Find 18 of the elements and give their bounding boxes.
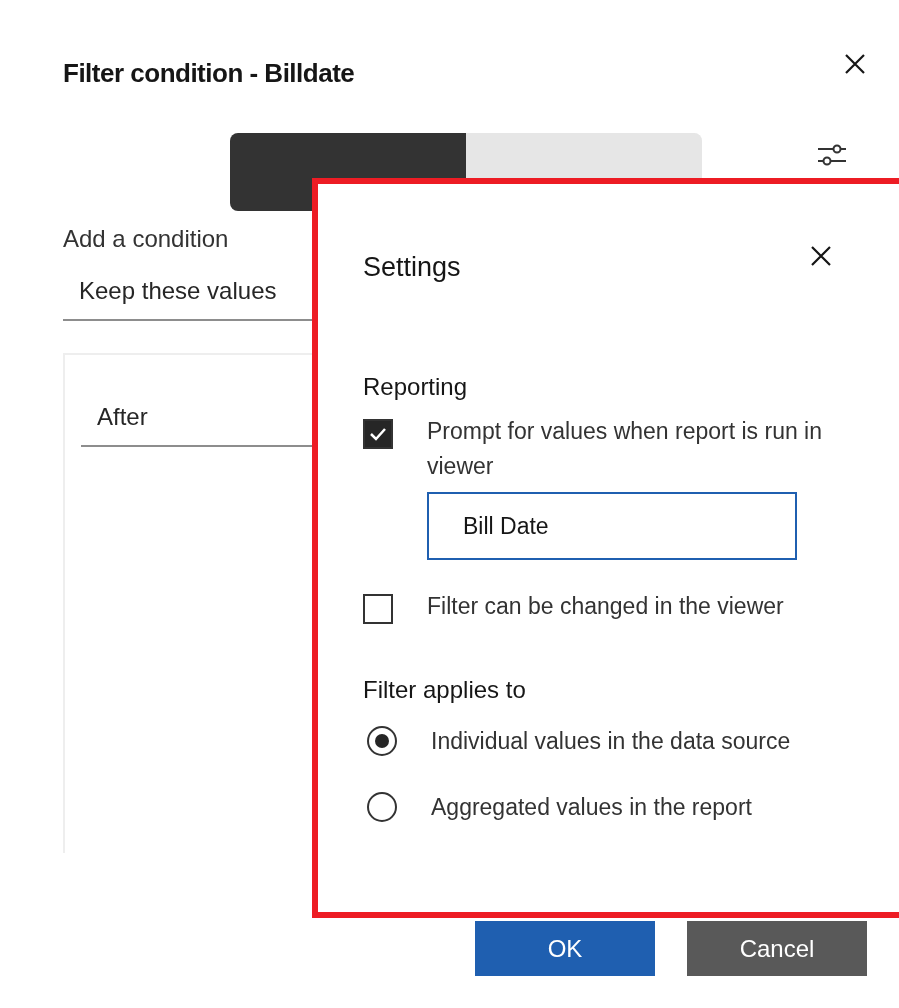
checkbox-label: Filter can be changed in the viewer (427, 592, 785, 621)
dialog-title: Filter condition - Billdate (63, 58, 355, 89)
close-icon (809, 244, 833, 268)
checkbox[interactable] (363, 419, 393, 449)
section-heading: Filter applies to (363, 676, 527, 704)
checkbox[interactable] (363, 594, 393, 624)
condition-label: Add a condition (63, 225, 230, 253)
radio-button[interactable] (367, 726, 397, 756)
close-button[interactable] (843, 52, 867, 76)
prompt-name-field[interactable]: Bill Date (427, 492, 797, 560)
radio-label: Individual values in the data source (431, 727, 791, 755)
check-icon (369, 427, 387, 441)
close-icon (843, 52, 867, 76)
ok-button[interactable]: OK (475, 921, 655, 976)
cancel-button[interactable]: Cancel (687, 921, 867, 976)
radio-label: Aggregated values in the report (431, 793, 752, 821)
radio-button[interactable] (367, 792, 397, 822)
close-button[interactable] (809, 244, 833, 268)
